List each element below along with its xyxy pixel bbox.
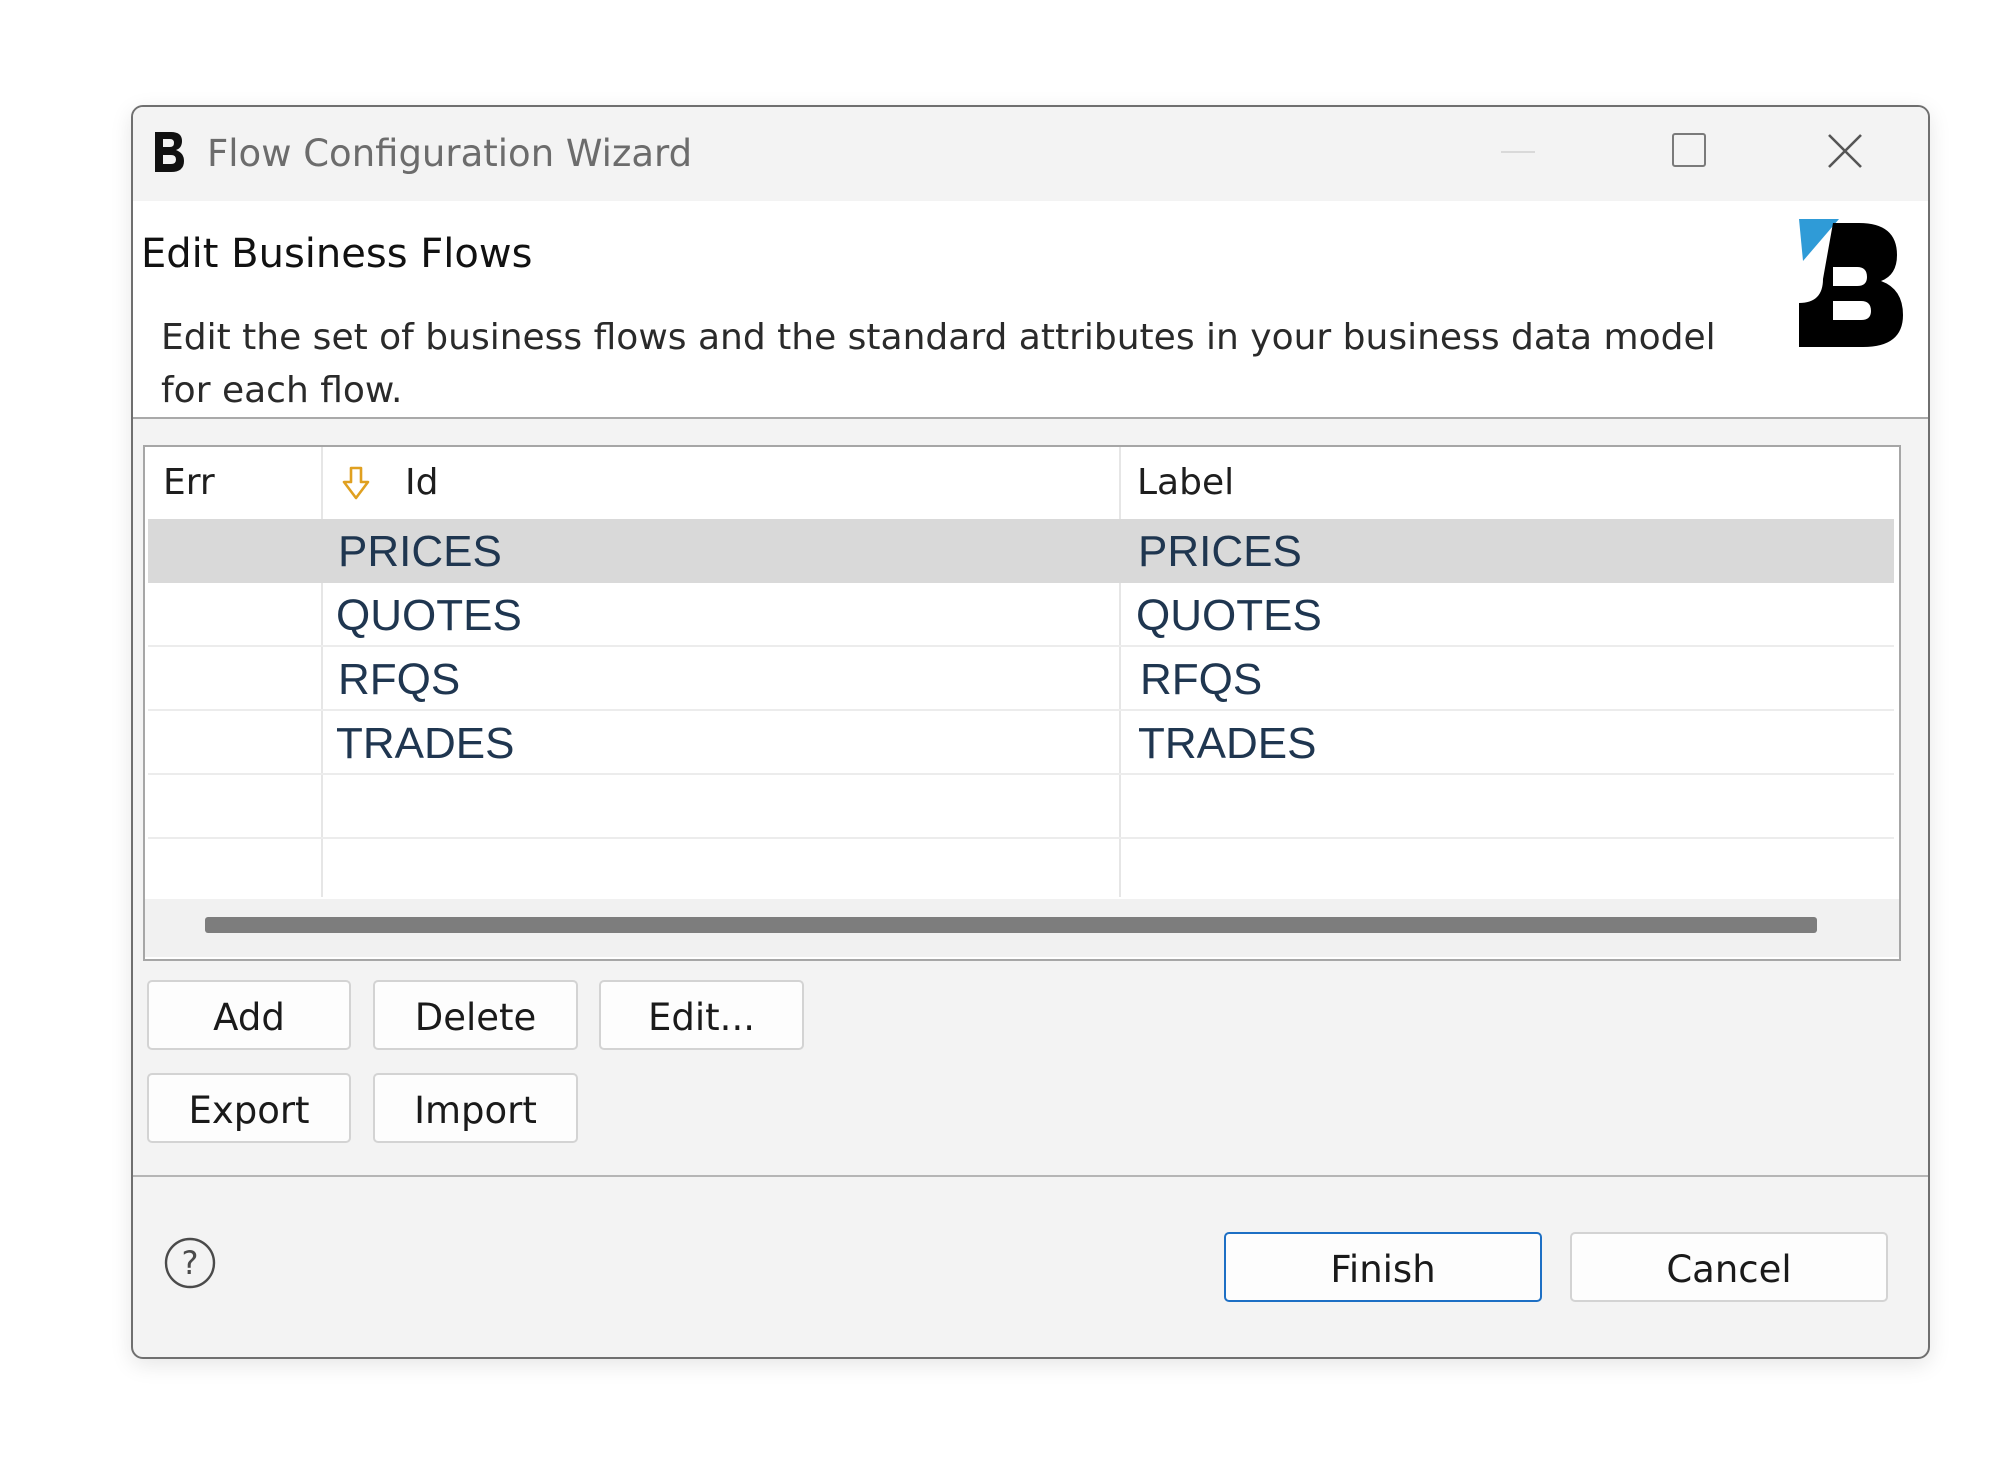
svg-text:?: ? (182, 1244, 199, 1282)
import-button[interactable]: Import (373, 1073, 578, 1143)
table-row[interactable] (148, 839, 1894, 903)
id-cell: PRICES (338, 527, 502, 576)
page-description: Edit the set of business flows and the s… (161, 317, 1716, 411)
help-icon[interactable]: ? (164, 1237, 216, 1289)
table-row[interactable] (148, 775, 1894, 839)
b-logo (1799, 219, 1903, 347)
close-icon[interactable] (1823, 129, 1867, 173)
delete-button[interactable]: Delete (373, 980, 578, 1050)
table-row[interactable]: RFQS RFQS (148, 647, 1894, 711)
window-title: Flow Configuration Wizard (207, 132, 693, 175)
table-row[interactable]: PRICES PRICES (148, 519, 1894, 583)
flow-configuration-dialog: Flow Configuration Wizard Edit Business … (131, 105, 1930, 1359)
title-bar[interactable]: Flow Configuration Wizard (133, 107, 1928, 201)
horizontal-scrollbar[interactable] (145, 899, 1899, 957)
page-title: Edit Business Flows (141, 231, 533, 277)
label-cell: PRICES (1138, 527, 1302, 576)
finish-button[interactable]: Finish (1224, 1232, 1542, 1302)
edit-button[interactable]: Edit... (599, 980, 804, 1050)
column-header-id[interactable]: Id (405, 447, 438, 519)
label-cell: RFQS (1140, 655, 1263, 704)
maximize-icon[interactable] (1672, 133, 1706, 167)
sort-down-arrow-icon (342, 466, 370, 500)
minimize-icon[interactable] (1501, 151, 1535, 153)
table-row[interactable]: QUOTES QUOTES (148, 583, 1894, 647)
cancel-button[interactable]: Cancel (1570, 1232, 1888, 1302)
wizard-banner: Edit Business Flows Edit the set of busi… (133, 201, 1928, 419)
flows-table[interactable]: Err Id Label PRICES PRICES QUOTES QUOTES… (143, 445, 1901, 961)
b-logo-icon (155, 132, 184, 172)
column-header-err[interactable]: Err (163, 447, 215, 519)
column-header-label[interactable]: Label (1137, 447, 1234, 519)
id-cell: RFQS (338, 655, 461, 704)
id-cell: QUOTES (336, 591, 522, 640)
id-cell: TRADES (336, 719, 515, 768)
scrollbar-thumb[interactable] (205, 917, 1817, 933)
label-cell: TRADES (1138, 719, 1317, 768)
add-button[interactable]: Add (147, 980, 351, 1050)
export-button[interactable]: Export (147, 1073, 351, 1143)
table-row[interactable]: TRADES TRADES (148, 711, 1894, 775)
label-cell: QUOTES (1136, 591, 1322, 640)
footer-divider (133, 1175, 1928, 1177)
